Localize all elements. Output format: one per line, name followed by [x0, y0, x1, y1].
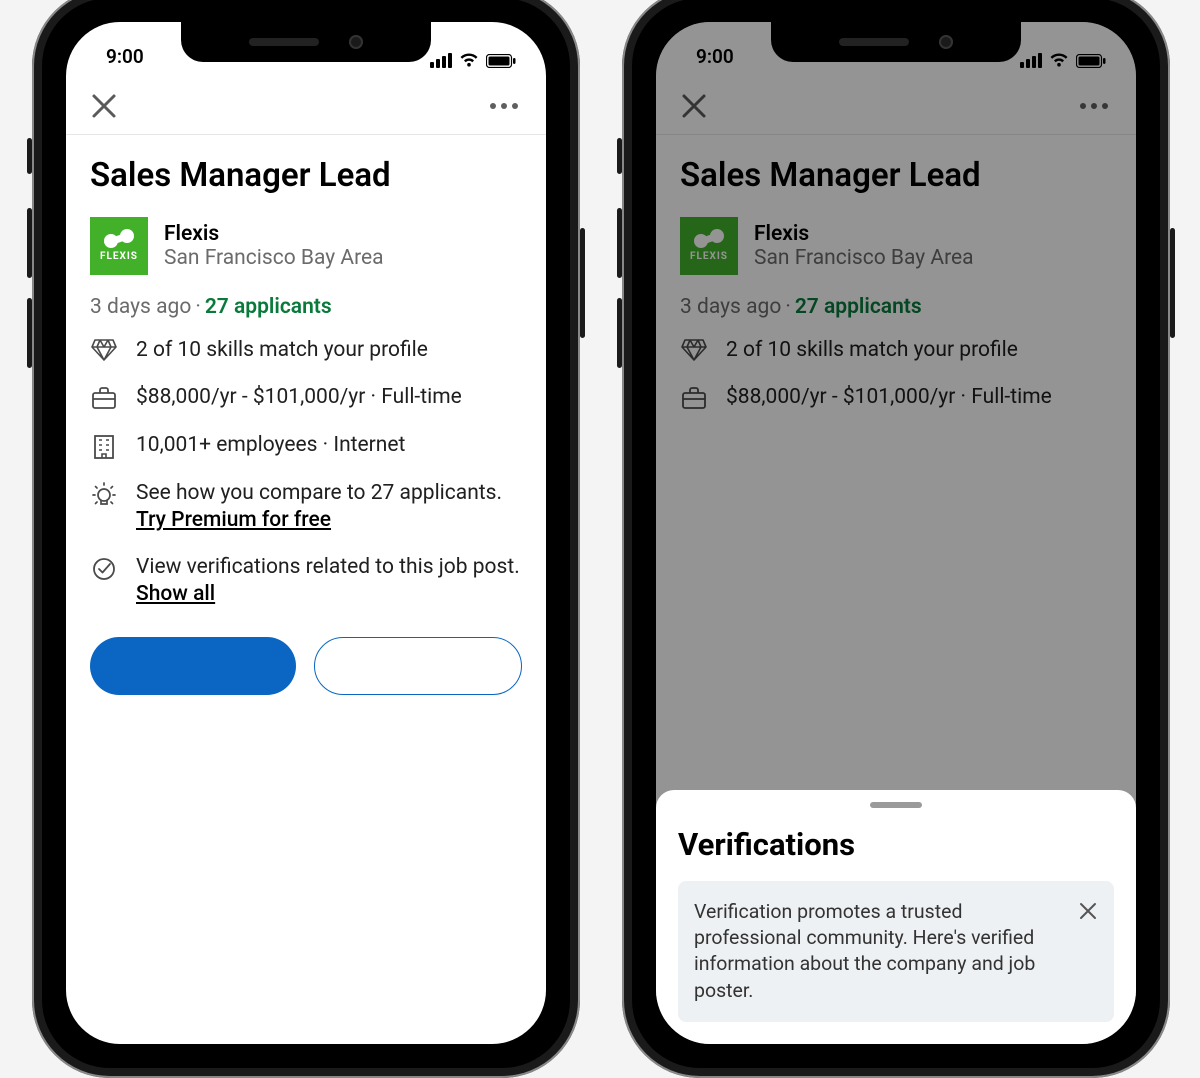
more-options-icon[interactable]	[490, 103, 522, 109]
show-all-verifications-link[interactable]: Show all	[136, 582, 215, 606]
sheet-grabber-icon[interactable]	[870, 802, 922, 808]
dismiss-banner-icon[interactable]	[1078, 899, 1098, 928]
battery-icon	[486, 54, 516, 68]
verified-icon	[90, 554, 118, 582]
save-button[interactable]	[314, 637, 522, 695]
cellular-icon	[430, 53, 452, 68]
company-name[interactable]: Flexis	[164, 222, 384, 246]
post-meta: 3 days ago·27 applicants	[90, 295, 522, 319]
compare-row: See how you compare to 27 applicants. Tr…	[90, 480, 522, 535]
skills-row: 2 of 10 skills match your profile	[90, 337, 522, 364]
status-time: 9:00	[106, 45, 144, 68]
applicant-count[interactable]: 27 applicants	[205, 295, 332, 319]
lightbulb-icon	[90, 480, 118, 510]
verification-info-banner: Verification promotes a trusted professi…	[678, 881, 1114, 1022]
phone-mockup-left: 9:00	[32, 0, 580, 1078]
phone-mockup-right: 9:00	[622, 0, 1170, 1078]
device-notch	[771, 22, 1021, 62]
company-location: San Francisco Bay Area	[164, 246, 384, 270]
building-icon	[90, 432, 118, 460]
company-logo[interactable]: FLEXIS	[90, 217, 148, 275]
sheet-title: Verifications	[678, 826, 1114, 863]
salary-row: $88,000/yr - $101,000/yr · Full-time	[90, 384, 522, 411]
nav-bar	[66, 72, 546, 135]
apply-button[interactable]	[90, 637, 296, 695]
briefcase-icon	[90, 384, 118, 410]
company-size-row: 10,001+ employees · Internet	[90, 432, 522, 460]
verifications-sheet: Verifications Verification promotes a tr…	[656, 790, 1136, 1044]
verifications-row: View verifications related to this job p…	[90, 554, 522, 609]
job-title: Sales Manager Lead	[90, 157, 522, 195]
device-notch	[181, 22, 431, 62]
diamond-icon	[90, 337, 118, 361]
close-icon[interactable]	[90, 92, 118, 120]
try-premium-link[interactable]: Try Premium for free	[136, 508, 331, 532]
wifi-icon	[459, 53, 479, 68]
